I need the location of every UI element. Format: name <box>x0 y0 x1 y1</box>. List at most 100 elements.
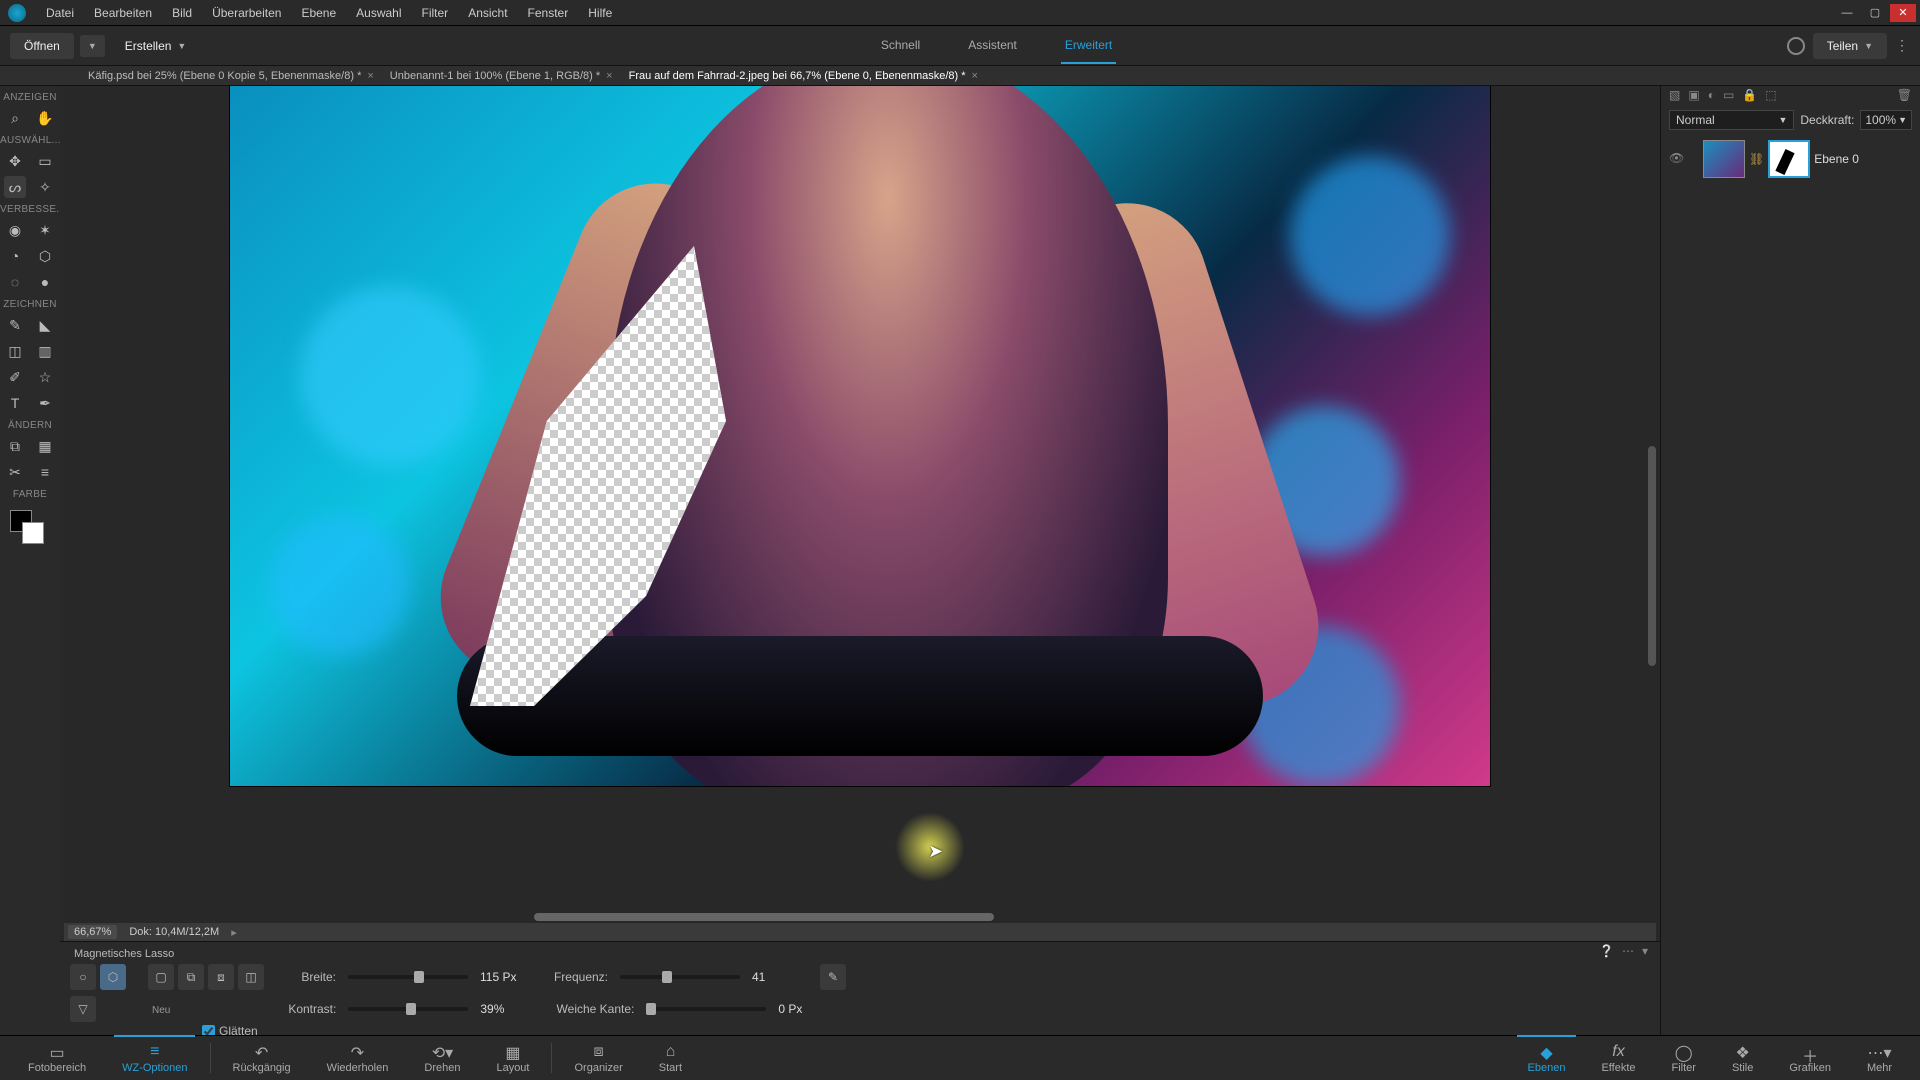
eraser-tool-icon[interactable]: ◫ <box>4 340 26 362</box>
bb-rueckgaengig[interactable]: ↶Rückgängig <box>215 1043 309 1074</box>
help-icon[interactable]: ❔ <box>1599 944 1614 958</box>
share-button[interactable]: Teilen▼ <box>1813 33 1887 59</box>
color-swatches[interactable] <box>0 506 60 546</box>
bb-wz-optionen[interactable]: ≡WZ-Optionen <box>104 1043 205 1074</box>
custom-tool-icon[interactable]: ✒ <box>34 392 56 414</box>
zoom-tool-icon[interactable]: ⌕ <box>4 107 26 129</box>
menu-ansicht[interactable]: Ansicht <box>458 6 517 20</box>
collapse-icon[interactable]: ▾ <box>1642 944 1648 958</box>
more-icon[interactable]: ⋮ <box>1895 37 1910 54</box>
opacity-field[interactable]: 100%▼ <box>1860 110 1912 130</box>
tab-1[interactable]: Unbenannt-1 bei 100% (Ebene 1, RGB/8) *× <box>382 70 621 82</box>
crop-tool-icon[interactable]: ⧉ <box>4 435 26 457</box>
bb-layout[interactable]: ▦Layout <box>478 1043 547 1074</box>
horizontal-scrollbar[interactable] <box>534 913 994 921</box>
bucket-tool-icon[interactable]: ◣ <box>34 314 56 336</box>
bb-wiederholen[interactable]: ↷Wiederholen <box>309 1043 407 1074</box>
menu-datei[interactable]: Datei <box>36 6 84 20</box>
mask-icon[interactable]: ▭ <box>1723 88 1734 104</box>
menu-fenster[interactable]: Fenster <box>518 6 579 20</box>
menu-icon[interactable]: ⋯ <box>1622 944 1634 958</box>
menu-auswahl[interactable]: Auswahl <box>346 6 411 20</box>
open-button[interactable]: Öffnen <box>10 33 74 59</box>
gradient-tool-icon[interactable]: ▥ <box>34 340 56 362</box>
selection-add-button[interactable]: ⧉ <box>178 964 204 990</box>
tab-0[interactable]: Käfig.psd bei 25% (Ebene 0 Kopie 5, Eben… <box>80 70 382 82</box>
vertical-scrollbar[interactable] <box>1648 446 1656 666</box>
window-maximize-button[interactable]: ▢ <box>1862 4 1888 22</box>
pencil-tool-icon[interactable]: ✐ <box>4 366 26 388</box>
layer-name[interactable]: Ebene 0 <box>1814 152 1859 166</box>
delete-layer-icon[interactable]: 🗑 <box>1897 88 1912 104</box>
lock-icon[interactable]: 🔒 <box>1742 88 1757 104</box>
menu-filter[interactable]: Filter <box>412 6 459 20</box>
background-color-swatch[interactable] <box>22 522 44 544</box>
new-group-icon[interactable]: ▣ <box>1688 88 1699 104</box>
window-close-button[interactable]: ✕ <box>1890 4 1916 22</box>
shape-tool-icon[interactable]: ☆ <box>34 366 56 388</box>
blend-mode-dropdown[interactable]: Normal▼ <box>1669 110 1794 130</box>
bb-grafiken[interactable]: ＋Grafiken <box>1771 1043 1849 1074</box>
visibility-icon[interactable]: 👁 <box>1669 151 1685 167</box>
content-tool-icon[interactable]: ✂ <box>4 461 26 483</box>
lasso-polygon-button[interactable]: ▽ <box>70 996 96 1022</box>
smart-brush-icon[interactable]: ◔ <box>4 245 26 267</box>
adjustment-icon[interactable]: ◐ <box>1708 88 1715 104</box>
zoom-readout[interactable]: 66,67% <box>68 925 117 939</box>
bb-effekte[interactable]: fxEffekte <box>1583 1043 1653 1074</box>
menu-ebene[interactable]: Ebene <box>291 6 346 20</box>
close-icon[interactable]: × <box>972 70 978 82</box>
bb-stile[interactable]: ❖Stile <box>1714 1043 1771 1074</box>
document-canvas[interactable] <box>230 86 1490 786</box>
menu-hilfe[interactable]: Hilfe <box>578 6 622 20</box>
mode-schnell[interactable]: Schnell <box>877 28 924 64</box>
mode-erweitert[interactable]: Erweitert <box>1061 28 1116 64</box>
mode-assistent[interactable]: Assistent <box>964 28 1021 64</box>
brush-tool-icon[interactable]: ✎ <box>4 314 26 336</box>
straighten-tool-icon[interactable]: ≡ <box>34 461 56 483</box>
bb-filter[interactable]: ◯Filter <box>1654 1043 1714 1074</box>
bb-ebenen[interactable]: ◆Ebenen <box>1510 1043 1584 1074</box>
hand-tool-icon[interactable]: ✋ <box>34 107 56 129</box>
sponge-tool-icon[interactable]: ● <box>34 271 56 293</box>
width-slider[interactable] <box>348 975 468 979</box>
menu-bild[interactable]: Bild <box>162 6 202 20</box>
clone-tool-icon[interactable]: ⬡ <box>34 245 56 267</box>
open-dropdown[interactable]: ▼ <box>80 35 105 57</box>
lasso-freehand-button[interactable]: ○ <box>70 964 96 990</box>
pressure-pen-icon[interactable]: ✎ <box>820 964 846 990</box>
selection-new-button[interactable]: ▢ <box>148 964 174 990</box>
recompose-tool-icon[interactable]: ▦ <box>34 435 56 457</box>
layer-mask-thumbnail[interactable] <box>1768 140 1810 178</box>
move-tool-icon[interactable]: ✥ <box>4 150 26 172</box>
bb-fotobereich[interactable]: ▭Fotobereich <box>10 1043 104 1074</box>
mask-link-icon[interactable]: ⛓ <box>1749 152 1764 166</box>
redeye-tool-icon[interactable]: ◉ <box>4 219 26 241</box>
frequency-slider[interactable] <box>620 975 740 979</box>
lasso-magnetic-button[interactable]: ⬡ <box>100 964 126 990</box>
marquee-tool-icon[interactable]: ▭ <box>34 150 56 172</box>
tab-2[interactable]: Frau auf dem Fahrrad-2.jpeg bei 66,7% (E… <box>621 70 986 82</box>
text-tool-icon[interactable]: T <box>4 392 26 414</box>
bb-drehen[interactable]: ⟲▾Drehen <box>406 1043 478 1074</box>
new-layer-icon[interactable]: ▧ <box>1669 88 1680 104</box>
bb-mehr[interactable]: ⋯▾Mehr <box>1849 1043 1910 1074</box>
status-chevron-icon[interactable]: ▸ <box>231 926 237 939</box>
blur-tool-icon[interactable]: ◌ <box>4 271 26 293</box>
feather-slider[interactable] <box>646 1007 766 1011</box>
create-button[interactable]: Erstellen▼ <box>111 33 201 59</box>
layer-thumbnail[interactable] <box>1703 140 1745 178</box>
spot-tool-icon[interactable]: ✶ <box>34 219 56 241</box>
selection-intersect-button[interactable]: ◫ <box>238 964 264 990</box>
canvas-view[interactable]: ➤ <box>60 86 1660 907</box>
fx-icon[interactable]: ⬚ <box>1765 88 1776 104</box>
contrast-slider[interactable] <box>348 1007 468 1011</box>
wand-tool-icon[interactable]: ✧ <box>34 176 56 198</box>
theme-toggle-icon[interactable] <box>1787 37 1805 55</box>
menu-ueberarbeiten[interactable]: Überarbeiten <box>202 6 291 20</box>
close-icon[interactable]: × <box>606 70 612 82</box>
lasso-tool-icon[interactable]: ᔕ <box>4 176 26 198</box>
bb-start[interactable]: ⌂Start <box>641 1043 700 1074</box>
layer-row-0[interactable]: 👁 ⛓ Ebene 0 <box>1661 134 1920 184</box>
menu-bearbeiten[interactable]: Bearbeiten <box>84 6 162 20</box>
